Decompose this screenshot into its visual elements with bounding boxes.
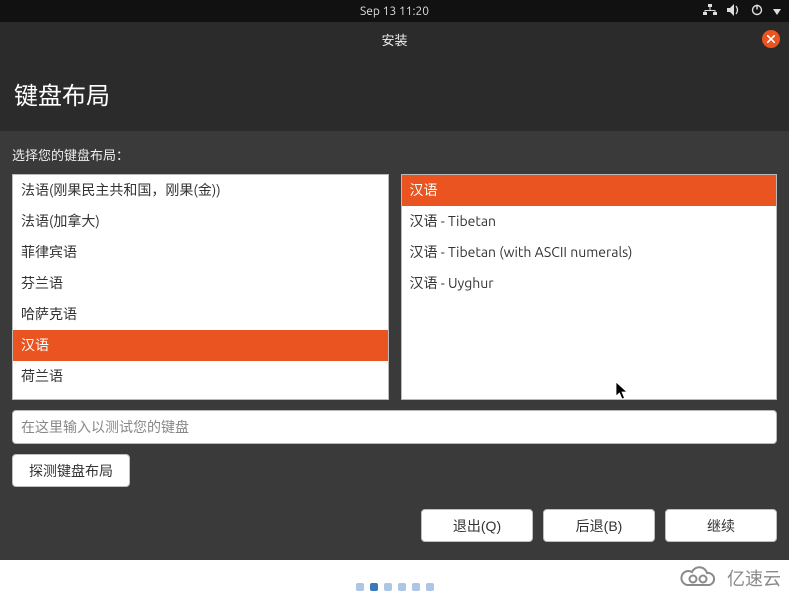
list-item[interactable]: 汉语 - Tibetan (with ASCII numerals)	[402, 237, 777, 268]
back-button[interactable]: 后退(B)	[543, 509, 655, 542]
continue-button[interactable]: 继续	[665, 509, 777, 542]
keyboard-test-input[interactable]	[12, 410, 777, 444]
page-title: 键盘布局	[0, 56, 789, 131]
progress-dot	[398, 583, 406, 591]
wizard-nav: 退出(Q) 后退(B) 继续	[0, 499, 789, 542]
window-title: 安装	[381, 30, 407, 49]
prompt-label: 选择您的键盘布局：	[12, 145, 777, 164]
window-titlebar: 安装	[0, 22, 789, 56]
list-item[interactable]: 黑山语	[13, 392, 388, 400]
detect-layout-button[interactable]: 探测键盘布局	[12, 454, 130, 487]
volume-icon[interactable]	[727, 4, 741, 19]
system-tray	[703, 4, 781, 19]
network-icon[interactable]	[703, 4, 717, 19]
list-item[interactable]: 法语(刚果民主共和国，刚果(金))	[13, 175, 388, 206]
layout-lists: 法语(刚果民主共和国，刚果(金))法语(加拿大)菲律宾语芬兰语哈萨克语汉语荷兰语…	[12, 174, 777, 400]
progress-dot	[370, 583, 378, 591]
watermark-text: 亿速云	[727, 565, 781, 591]
list-item[interactable]: 哈萨克语	[13, 299, 388, 330]
variant-list[interactable]: 汉语汉语 - Tibetan汉语 - Tibetan (with ASCII n…	[401, 174, 778, 400]
clock: Sep 13 11:20	[360, 5, 429, 18]
language-list[interactable]: 法语(刚果民主共和国，刚果(金))法语(加拿大)菲律宾语芬兰语哈萨克语汉语荷兰语…	[12, 174, 389, 400]
progress-dots	[356, 583, 434, 591]
power-icon[interactable]	[751, 4, 763, 19]
progress-dot	[356, 583, 364, 591]
chevron-down-icon[interactable]	[773, 5, 781, 18]
progress-dot	[384, 583, 392, 591]
list-item[interactable]: 汉语	[13, 330, 388, 361]
list-item[interactable]: 汉语	[402, 175, 777, 206]
window-close-button[interactable]	[762, 30, 780, 48]
cloud-icon	[677, 566, 719, 590]
system-top-bar: Sep 13 11:20	[0, 0, 789, 22]
list-item[interactable]: 荷兰语	[13, 361, 388, 392]
list-item[interactable]: 菲律宾语	[13, 237, 388, 268]
watermark: 亿速云	[677, 565, 781, 591]
installer-window: 键盘布局 选择您的键盘布局： 法语(刚果民主共和国，刚果(金))法语(加拿大)菲…	[0, 56, 789, 560]
list-item[interactable]: 汉语 - Uyghur	[402, 268, 777, 299]
list-item[interactable]: 法语(加拿大)	[13, 206, 388, 237]
close-icon	[767, 35, 775, 43]
progress-dot	[426, 583, 434, 591]
progress-dot	[412, 583, 420, 591]
list-item[interactable]: 汉语 - Tibetan	[402, 206, 777, 237]
quit-button[interactable]: 退出(Q)	[421, 509, 533, 542]
list-item[interactable]: 芬兰语	[13, 268, 388, 299]
main-content: 选择您的键盘布局： 法语(刚果民主共和国，刚果(金))法语(加拿大)菲律宾语芬兰…	[0, 131, 789, 499]
